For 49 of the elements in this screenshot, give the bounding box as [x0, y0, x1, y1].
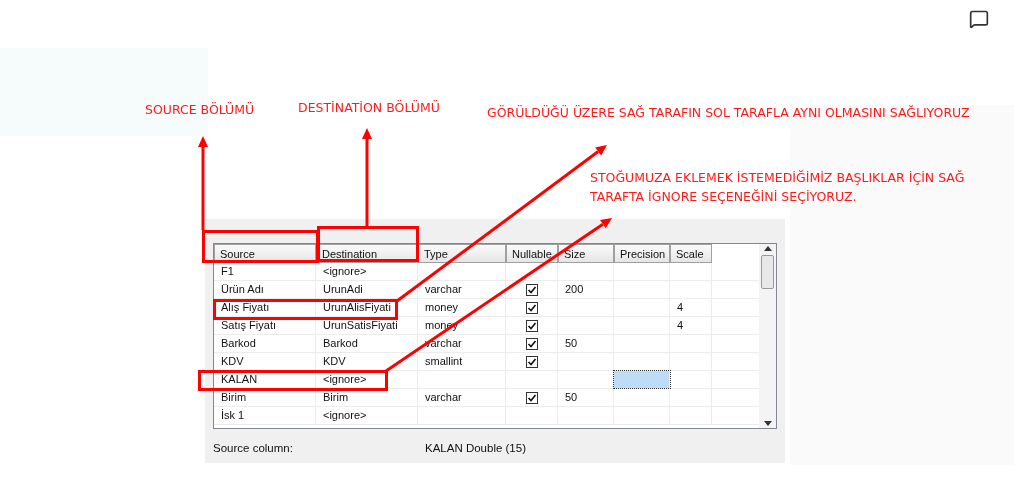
table-cell: 200 — [558, 281, 614, 298]
table-cell: KDV — [214, 353, 316, 370]
table-cell: 4 — [670, 299, 712, 316]
table-cell: İsk 1 — [214, 407, 316, 424]
table-cell: 50 — [558, 389, 614, 406]
annotation-label: STOĞUMUZA EKLEMEK İSTEMEDİĞİMİZ BAŞLIKLAR İÇİN SAĞ TARAFTA İGNORE SEÇENEĞİNİ SEÇİYORUZ. — [590, 169, 966, 206]
table-cell: Ürün Adı — [214, 281, 316, 298]
table-cell: 50 — [558, 335, 614, 352]
scrollbar[interactable] — [759, 244, 776, 428]
table-cell: <ignore> — [316, 371, 418, 388]
checkbox[interactable] — [525, 355, 538, 368]
column-header[interactable]: Precision — [614, 244, 670, 263]
table-cell: <ignore> — [316, 263, 418, 280]
table-cell: varchar — [418, 281, 506, 298]
column-header[interactable]: Type — [418, 244, 506, 263]
table-cell: Barkod — [214, 335, 316, 352]
table-cell: KDV — [316, 353, 418, 370]
checkbox[interactable] — [525, 301, 538, 314]
table-cell: <ignore> — [316, 407, 418, 424]
table-cell: Birim — [316, 389, 418, 406]
column-header[interactable]: Nullable — [506, 244, 558, 263]
chat-icon[interactable] — [969, 9, 989, 29]
table-cell: Satış Fiyatı — [214, 317, 316, 334]
table-cell: KALAN — [214, 371, 316, 388]
table-cell: UrunAdi — [316, 281, 418, 298]
table-cell: Birim — [214, 389, 316, 406]
annotation-label: SOURCE BÖLÜMÜ — [145, 101, 255, 119]
source-column-label: Source column: — [213, 441, 294, 456]
table-cell: UrunAlisFiyati — [316, 299, 418, 316]
source-column-value: KALAN Double (15) — [425, 441, 526, 456]
annotation-label: GÖRÜLDÜĞÜ ÜZERE SAĞ TARAFIN SOL TARAFLA AYNI OLMASINI SAĞLIYORUZ — [487, 104, 970, 122]
table-cell: Barkod — [316, 335, 418, 352]
table-cell: Alış Fiyatı — [214, 299, 316, 316]
checkbox[interactable] — [525, 283, 538, 296]
table-cell: UrunSatisFiyati — [316, 317, 418, 334]
up-arrow-icon[interactable] — [763, 246, 772, 251]
scrollbar-thumb[interactable] — [761, 255, 774, 289]
table-cell: varchar — [418, 389, 506, 406]
annotation-label: DESTİNATİON BÖLÜMÜ — [298, 99, 440, 117]
table-cell: money — [418, 299, 506, 316]
down-arrow-icon[interactable] — [763, 421, 772, 426]
checkbox[interactable] — [525, 391, 538, 404]
table-cell: F1 — [214, 263, 316, 280]
table-cell: smallint — [418, 353, 506, 370]
checkbox[interactable] — [525, 319, 538, 332]
table-cell: 4 — [670, 317, 712, 334]
column-header[interactable]: Size — [558, 244, 614, 263]
checkbox[interactable] — [525, 337, 538, 350]
column-header[interactable]: Scale — [670, 244, 712, 263]
